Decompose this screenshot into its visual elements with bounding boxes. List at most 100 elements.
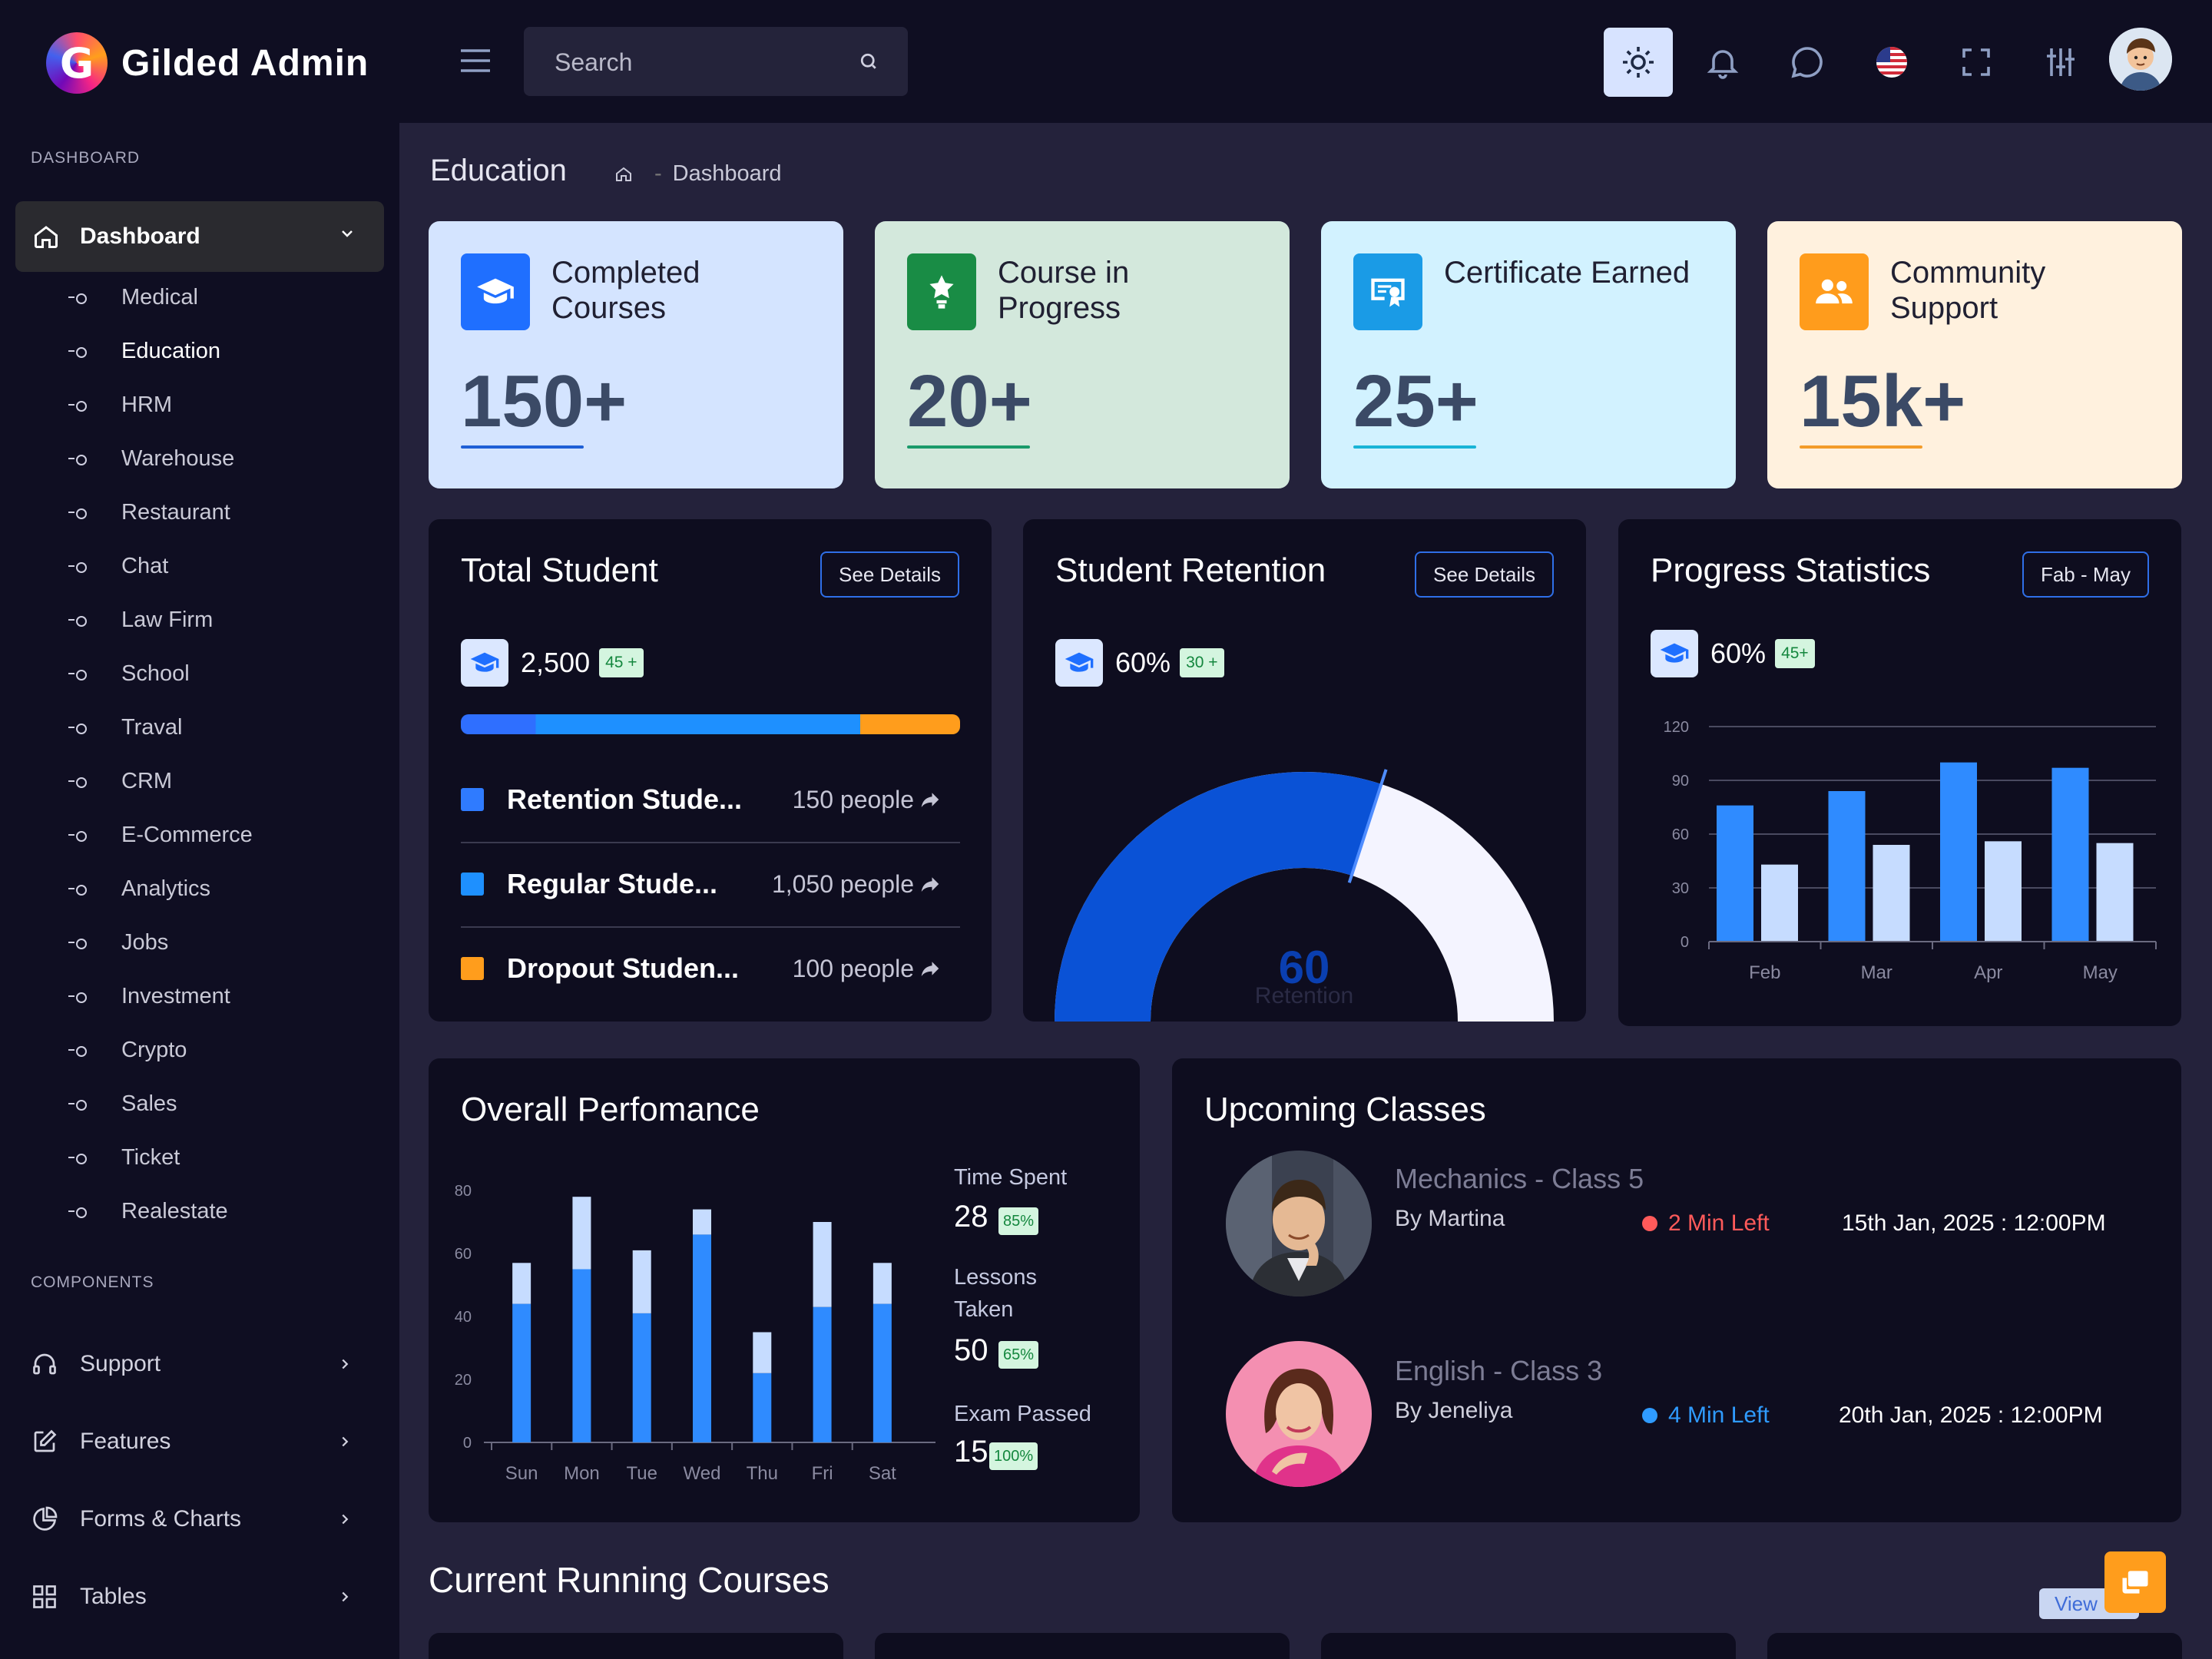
sidebar-item-chat[interactable]: Chat bbox=[0, 539, 399, 593]
share-arrow-icon[interactable] bbox=[919, 873, 942, 896]
perf-stat-label: Time Spent bbox=[954, 1165, 1068, 1190]
summary-value: 60% bbox=[1710, 637, 1767, 669]
sidebar-item-analytics[interactable]: Analytics bbox=[0, 862, 399, 916]
sidebar-item-label: Medical bbox=[121, 284, 198, 310]
sidebar-item-restaurant[interactable]: Restaurant bbox=[0, 485, 399, 539]
sidebar-item-crypto[interactable]: Crypto bbox=[0, 1023, 399, 1077]
course-card[interactable] bbox=[429, 1633, 843, 1659]
legend-swatch bbox=[461, 957, 484, 980]
class-name[interactable]: Mechanics - Class 5 bbox=[1395, 1163, 1644, 1195]
sidebar-item-label: Jobs bbox=[121, 929, 169, 955]
sidebar-item-jobs[interactable]: Jobs bbox=[0, 916, 399, 969]
page-title: Education bbox=[430, 154, 567, 187]
bar-segment bbox=[512, 1263, 531, 1304]
bar-segment bbox=[753, 1373, 772, 1442]
perf-stat-label: Exam Passed bbox=[954, 1402, 1091, 1426]
logo[interactable]: G Gilded Admin bbox=[46, 32, 369, 94]
sidebar-item-dashboard[interactable]: Dashboard bbox=[15, 201, 384, 272]
legend-value: 100 people bbox=[792, 954, 914, 982]
sidebar-item-support[interactable]: Support bbox=[31, 1341, 369, 1387]
messages-button[interactable] bbox=[1773, 28, 1842, 97]
y-tick-label: 40 bbox=[455, 1309, 472, 1326]
sidebar-item-school[interactable]: School bbox=[0, 647, 399, 700]
user-avatar[interactable] bbox=[2109, 28, 2172, 91]
sidebar-item-crm[interactable]: CRM bbox=[0, 754, 399, 808]
perf-stat-value: 50 bbox=[954, 1333, 988, 1367]
legend-row-regular[interactable]: Regular Stude... 1,050 people bbox=[461, 842, 960, 926]
bar-segment bbox=[512, 1303, 531, 1442]
floating-action-button[interactable] bbox=[2104, 1551, 2166, 1613]
legend-swatch bbox=[461, 788, 484, 811]
date-range-button[interactable]: Fab - May bbox=[2022, 551, 2149, 598]
y-tick-label: 0 bbox=[1681, 934, 1689, 951]
sidebar-item-sales[interactable]: Sales bbox=[0, 1077, 399, 1131]
see-details-button[interactable]: See Details bbox=[1415, 551, 1554, 598]
language-button[interactable] bbox=[1857, 28, 1926, 97]
mini-icon-box bbox=[461, 639, 508, 687]
x-tick-label: Thu bbox=[747, 1463, 778, 1484]
course-card[interactable] bbox=[1767, 1633, 2182, 1659]
sidebar-item-label: Features bbox=[80, 1429, 171, 1454]
sidebar-item-label: HRM bbox=[121, 392, 173, 417]
theme-toggle-button[interactable] bbox=[1604, 28, 1673, 97]
course-card[interactable] bbox=[875, 1633, 1290, 1659]
bar bbox=[1717, 805, 1753, 942]
x-tick-label: Feb bbox=[1749, 962, 1780, 983]
menu-icon[interactable] bbox=[459, 48, 492, 74]
home-icon[interactable] bbox=[614, 165, 633, 184]
graduation-cap-icon bbox=[477, 278, 514, 304]
sidebar-item-investment[interactable]: Investment bbox=[0, 969, 399, 1023]
progress-bar-chart: 0 30 60 90 120 Feb Mar Apr May bbox=[1664, 719, 2157, 983]
fullscreen-icon bbox=[1962, 48, 1990, 76]
card-title: Student Retention bbox=[1055, 551, 1326, 589]
card-title: Overall Perfomance bbox=[461, 1091, 760, 1128]
sidebar-item-label: Forms & Charts bbox=[80, 1506, 242, 1532]
sidebar-item-warehouse[interactable]: Warehouse bbox=[0, 432, 399, 485]
retention-gauge: Retention 60 bbox=[1055, 769, 1554, 1022]
sidebar-item-tables[interactable]: Tables bbox=[31, 1574, 369, 1620]
chat-bubble-icon bbox=[1791, 47, 1823, 78]
search-input[interactable] bbox=[555, 48, 846, 77]
legend-value: 150 people bbox=[792, 785, 914, 813]
sidebar-item-forms-charts[interactable]: Forms & Charts bbox=[31, 1496, 369, 1542]
sidebar-item-realestate[interactable]: Realestate bbox=[0, 1184, 399, 1238]
course-card[interactable] bbox=[1321, 1633, 1736, 1659]
chevron-right-icon bbox=[342, 1591, 349, 1602]
settings-button[interactable] bbox=[2026, 28, 2095, 97]
y-tick-label: 120 bbox=[1664, 719, 1689, 736]
bar-segment bbox=[813, 1222, 832, 1307]
search-icon[interactable] bbox=[857, 50, 880, 73]
sidebar-item-label: Dashboard bbox=[80, 224, 200, 249]
sidebar-item-traval[interactable]: Traval bbox=[0, 700, 399, 754]
notifications-button[interactable] bbox=[1688, 28, 1757, 97]
card-title: Progress Statistics bbox=[1651, 551, 1931, 589]
class-name[interactable]: English - Class 3 bbox=[1395, 1355, 1602, 1387]
sidebar-item-label: Traval bbox=[121, 714, 183, 740]
y-tick-label: 80 bbox=[455, 1183, 472, 1200]
stat-icon-box bbox=[1800, 253, 1869, 330]
breadcrumb-item[interactable]: Dashboard bbox=[673, 161, 782, 187]
sidebar-item-label: E-Commerce bbox=[121, 822, 253, 847]
sidebar-item-e-commerce[interactable]: E-Commerce bbox=[0, 808, 399, 862]
stat-value: 15k+ bbox=[1800, 360, 1966, 442]
certificate-icon bbox=[1371, 278, 1405, 307]
sidebar-item-education[interactable]: Education bbox=[0, 324, 399, 378]
sidebar-item-features[interactable]: Features bbox=[31, 1419, 369, 1465]
share-arrow-icon[interactable] bbox=[919, 957, 942, 980]
y-tick-label: 0 bbox=[463, 1435, 472, 1452]
fullscreen-button[interactable] bbox=[1942, 28, 2011, 97]
sidebar-item-medical[interactable]: Medical bbox=[0, 270, 399, 324]
sidebar-item-hrm[interactable]: HRM bbox=[0, 378, 399, 432]
share-arrow-icon[interactable] bbox=[919, 788, 942, 811]
x-tick-label: Fri bbox=[812, 1463, 833, 1484]
class-teacher: By Jeneliya bbox=[1395, 1398, 1513, 1423]
see-details-button[interactable]: See Details bbox=[820, 551, 959, 598]
legend-row-dropout[interactable]: Dropout Studen... 100 people bbox=[461, 926, 960, 1011]
bar bbox=[1761, 864, 1798, 942]
legend-name: Retention Stude... bbox=[507, 783, 742, 815]
graduation-cap-icon bbox=[1065, 652, 1094, 672]
sidebar-item-ticket[interactable]: Ticket bbox=[0, 1131, 399, 1184]
sidebar-item-law-firm[interactable]: Law Firm bbox=[0, 593, 399, 647]
stat-underline bbox=[1353, 445, 1476, 449]
legend-row-retention[interactable]: Retention Stude... 150 people bbox=[461, 757, 960, 842]
